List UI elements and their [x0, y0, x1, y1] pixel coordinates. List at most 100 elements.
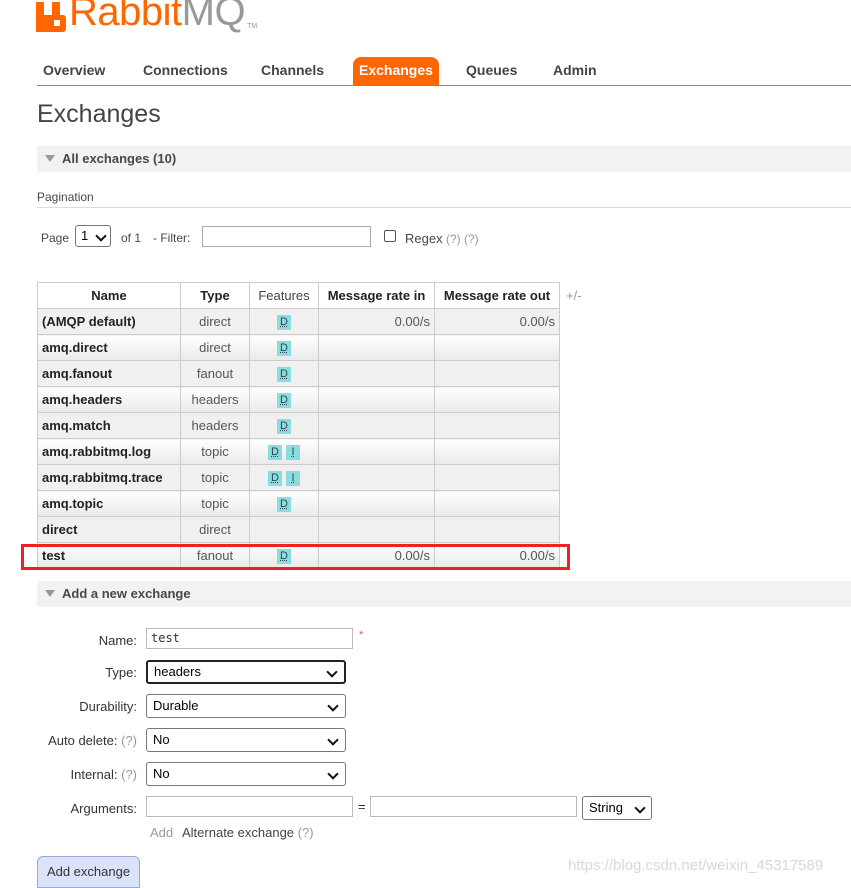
regex-help-link-2[interactable]: (?) [464, 232, 479, 246]
message-rate-out [434, 412, 560, 439]
auto-delete-select[interactable]: No [146, 728, 346, 752]
message-rate-in [318, 412, 435, 439]
exchange-features: D [249, 386, 319, 413]
durable-badge: D [277, 497, 291, 512]
auto-delete-label: Auto delete: (?) [48, 733, 137, 748]
exchange-name-link[interactable]: (AMQP default) [37, 308, 181, 335]
exchange-name-link[interactable]: amq.fanout [37, 360, 181, 387]
col-rate-in-header[interactable]: Message rate in [318, 282, 435, 309]
message-rate-in: 0.00/s [318, 308, 435, 335]
exchange-name-link[interactable]: amq.rabbitmq.trace [37, 464, 181, 491]
add-exchange-label: Add a new exchange [62, 586, 191, 601]
tab-channels[interactable]: Channels [255, 57, 330, 85]
filter-input[interactable] [202, 226, 371, 247]
message-rate-out [434, 360, 560, 387]
pagination-title: Pagination [37, 190, 94, 204]
page-title: Exchanges [37, 100, 161, 128]
tab-connections[interactable]: Connections [137, 57, 234, 85]
all-exchanges-toggle[interactable]: All exchanges (10) [37, 146, 851, 172]
add-exchange-button[interactable]: Add exchange [37, 856, 140, 888]
durability-select[interactable]: Durable [146, 694, 346, 718]
durability-label: Durability: [79, 699, 137, 714]
column-toggle-link[interactable]: +/- [566, 288, 582, 303]
filter-label: - Filter: [153, 231, 191, 245]
page-label: Page [41, 231, 70, 245]
alternate-exchange-link[interactable]: Alternate exchange (?) [182, 825, 314, 840]
exchange-name-link[interactable]: amq.match [37, 412, 181, 439]
rabbitmq-logo[interactable]: RabbitMQ TM [36, 0, 257, 32]
message-rate-out [434, 334, 560, 361]
exchange-features: DI [249, 464, 319, 491]
exchange-type: direct [180, 334, 250, 361]
chevron-down-icon [327, 768, 339, 780]
argument-key-field[interactable] [146, 796, 353, 817]
message-rate-in [318, 464, 435, 491]
message-rate-out [434, 490, 560, 517]
message-rate-in [318, 516, 435, 543]
exchange-type: fanout [180, 360, 250, 387]
argument-type-select[interactable]: String [582, 796, 652, 820]
table-row[interactable]: amq.fanout fanout D [37, 360, 560, 387]
add-argument-link[interactable]: Add [150, 825, 173, 840]
message-rate-out [434, 386, 560, 413]
table-row[interactable]: amq.topic topic D [37, 490, 560, 517]
message-rate-out: 0.00/s [434, 308, 560, 335]
durable-badge: D [277, 341, 291, 356]
add-exchange-toggle[interactable]: Add a new exchange [37, 581, 851, 607]
exchange-name-link[interactable]: amq.direct [37, 334, 181, 361]
collapse-triangle-icon [45, 155, 55, 162]
message-rate-in [318, 438, 435, 465]
durable-badge: D [277, 419, 291, 434]
exchange-features: D [249, 334, 319, 361]
exchange-features: D [249, 308, 319, 335]
exchange-name-link[interactable]: amq.headers [37, 386, 181, 413]
exchange-name-link[interactable]: amq.topic [37, 490, 181, 517]
table-row[interactable]: direct direct [37, 516, 560, 543]
table-row[interactable]: amq.headers headers D [37, 386, 560, 413]
regex-label: Regex [405, 231, 443, 246]
tab-admin[interactable]: Admin [547, 57, 603, 85]
table-row[interactable]: amq.direct direct D [37, 334, 560, 361]
exchange-type: headers [180, 386, 250, 413]
table-row[interactable]: amq.rabbitmq.log topic D I [37, 438, 560, 465]
alternate-exchange-help-link[interactable]: (?) [298, 825, 314, 840]
all-exchanges-label: All exchanges (10) [62, 151, 177, 166]
chevron-down-icon [95, 230, 107, 242]
col-type-header[interactable]: Type [180, 282, 250, 309]
col-name-header[interactable]: Name [37, 282, 181, 309]
tab-exchanges[interactable]: Exchanges [353, 57, 439, 85]
type-select[interactable]: headers [146, 660, 346, 684]
internal-help-link[interactable]: (?) [121, 767, 137, 782]
internal-badge: I [286, 445, 300, 460]
name-field[interactable]: test [146, 628, 353, 649]
table-row[interactable]: amq.rabbitmq.trace topic D I [37, 464, 560, 491]
auto-delete-help-link[interactable]: (?) [121, 733, 137, 748]
exchange-features: D [249, 490, 319, 517]
exchange-type: topic [180, 438, 250, 465]
durable-badge: D [268, 471, 282, 486]
col-rate-out-header[interactable]: Message rate out [434, 282, 560, 309]
chevron-down-icon [634, 802, 646, 814]
exchange-name-link[interactable]: direct [37, 516, 181, 543]
durable-badge: D [277, 393, 291, 408]
message-rate-out [434, 438, 560, 465]
table-row[interactable]: amq.match headers D [37, 412, 560, 439]
tab-overview[interactable]: Overview [37, 57, 111, 85]
internal-select[interactable]: No [146, 762, 346, 786]
tab-queues[interactable]: Queues [460, 57, 523, 85]
col-features-header[interactable]: Features [249, 282, 319, 309]
exchange-features: D [249, 412, 319, 439]
regex-help-link[interactable]: (?) [446, 232, 461, 246]
table-row[interactable]: (AMQP default) direct D 0.00/s 0.00/s [37, 308, 560, 335]
chevron-down-icon [327, 734, 339, 746]
exchange-type: direct [180, 308, 250, 335]
logo-wordmark: RabbitMQ [69, 0, 246, 34]
regex-checkbox[interactable] [384, 230, 396, 242]
page-select[interactable]: 1 [75, 225, 111, 247]
exchange-name-link[interactable]: amq.rabbitmq.log [37, 438, 181, 465]
name-label: Name: [98, 633, 137, 648]
message-rate-out [434, 516, 560, 543]
rabbitmq-logo-icon [36, 2, 66, 32]
argument-value-field[interactable] [370, 796, 577, 817]
message-rate-in [318, 386, 435, 413]
